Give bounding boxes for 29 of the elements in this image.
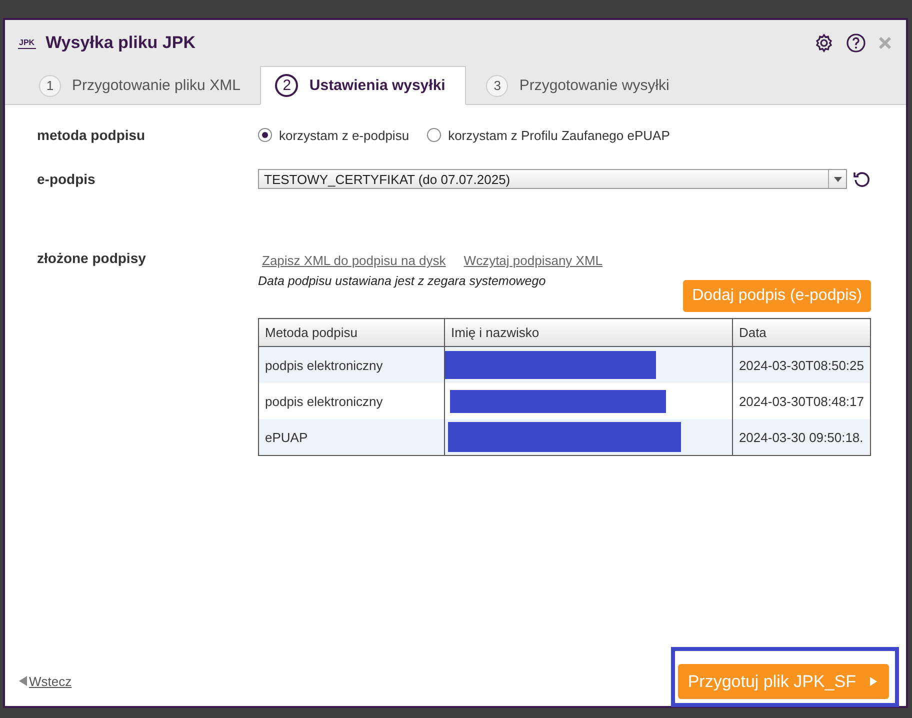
field-label: metoda podpisu bbox=[37, 127, 146, 143]
wizard-tab[interactable]: 1 Przygotowanie pliku XML bbox=[19, 67, 260, 104]
text-link[interactable]: Zapisz XML do podpisu na dysk bbox=[262, 253, 446, 268]
radio-option[interactable]: korzystam z Profilu Zaufanego ePUAP bbox=[427, 128, 670, 142]
caret-icon bbox=[834, 176, 842, 182]
jpk-logo: JPK bbox=[18, 38, 36, 48]
radio-button[interactable] bbox=[427, 128, 442, 142]
table-cell: 2024-03-30T08:50:25 bbox=[732, 346, 870, 383]
wizard-tab[interactable]: 2 Ustawienia wysyłki bbox=[260, 66, 466, 105]
column-header: Data bbox=[732, 318, 870, 346]
radio-button[interactable] bbox=[258, 128, 272, 142]
text-link[interactable]: Wczytaj podpisany XML bbox=[464, 253, 603, 268]
settings-icon[interactable] bbox=[814, 33, 834, 53]
column-header: Metoda podpisu bbox=[258, 318, 444, 346]
column-header: Imię i nazwisko bbox=[444, 318, 732, 346]
info-note: Data podpisu ustawiana jest z zegara systemowego bbox=[258, 274, 546, 288]
help-icon[interactable] bbox=[846, 33, 866, 53]
certificate-dropdown[interactable]: TESTOWY_CERTYFIKAT (do 07.07.2025) bbox=[258, 169, 847, 189]
right-triangle-icon bbox=[870, 677, 877, 686]
table-cell: 2024-03-30 09:50:18. bbox=[732, 419, 870, 456]
wizard-tab[interactable]: 3 Przygotowanie wysyłki bbox=[466, 67, 690, 104]
radio-option[interactable]: korzystam z e-podpisu bbox=[258, 128, 410, 142]
field-label: e-podpis bbox=[37, 171, 96, 187]
field-label: złożone podpisy bbox=[37, 250, 147, 268]
dialog-title: Wysyłka pliku JPK bbox=[46, 33, 196, 53]
back-link[interactable]: Wstecz bbox=[19, 674, 72, 688]
table-cell: ePUAP bbox=[258, 419, 444, 456]
left-triangle-icon bbox=[19, 676, 27, 686]
refresh-icon[interactable] bbox=[853, 170, 871, 188]
